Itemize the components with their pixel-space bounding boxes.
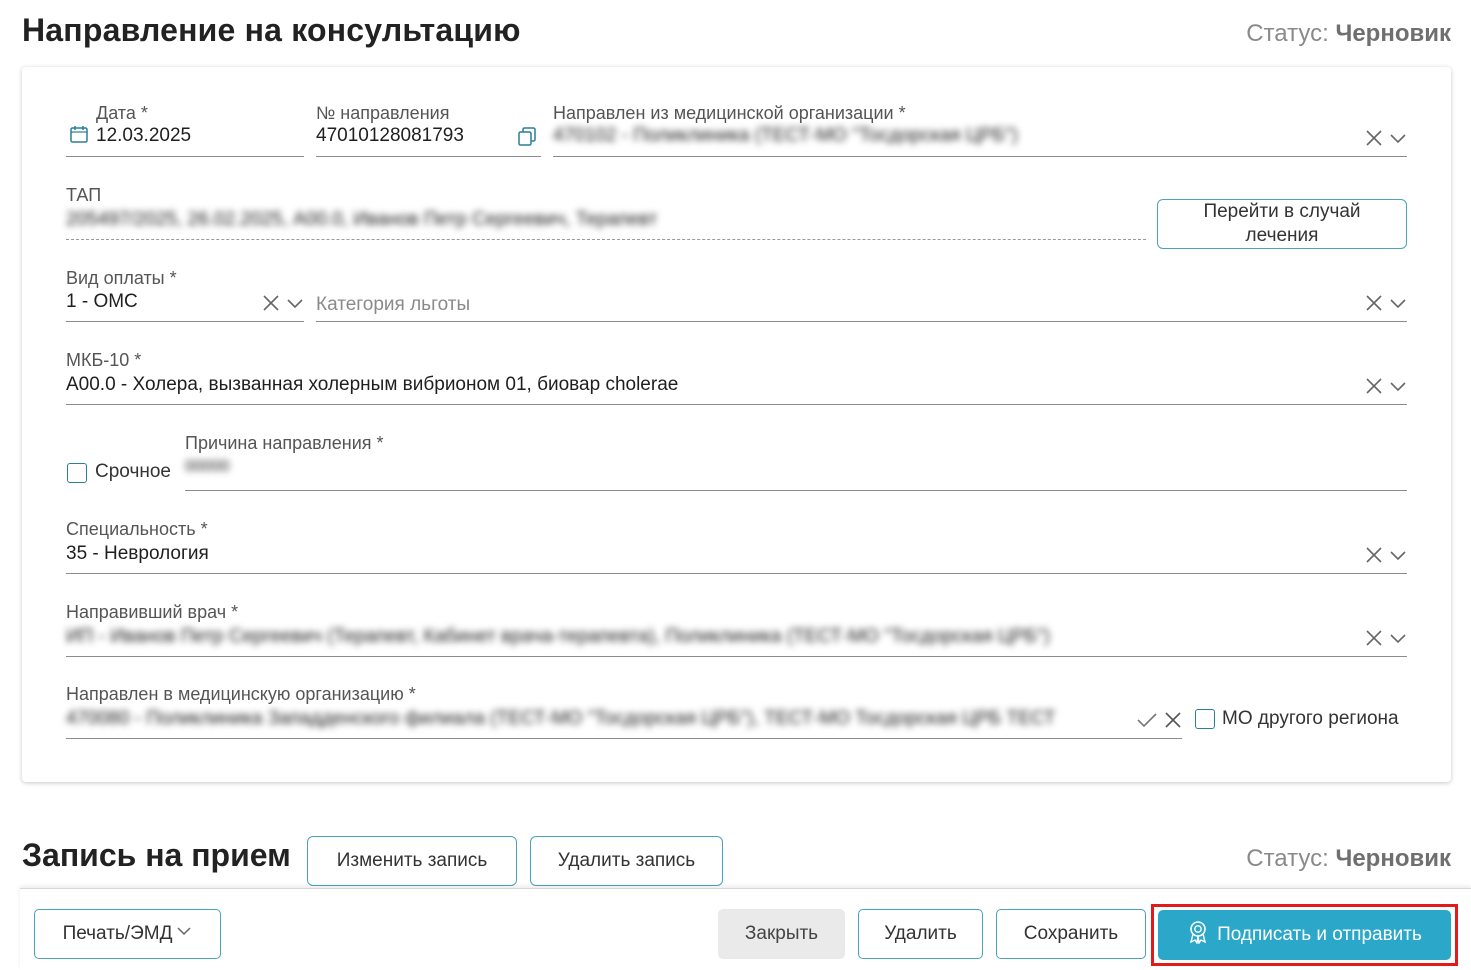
referring-doctor-label: Направивший врач * [66,602,239,622]
clear-icon[interactable] [1365,129,1383,147]
sign-and-send-label: Подписать и отправить [1217,924,1422,945]
to-org-label: Направлен в медицинскую организацию * [66,684,416,704]
footer-toolbar: Печать/ЭМД Закрыть Удалить Сохранить Под… [20,888,1471,970]
close-button[interactable]: Закрыть [718,909,845,959]
urgent-checkbox[interactable] [67,463,87,483]
benefit-category-field[interactable]: Категория льготы [316,268,1407,322]
clear-icon[interactable] [262,294,280,312]
chevron-down-icon[interactable] [1389,629,1407,647]
document-status: Статус: Черновик [1246,20,1451,48]
to-org-value: 470080 - Поликлиника Западденского филиа… [66,708,1056,729]
icd10-field[interactable]: МКБ-10 * A00.0 - Холера, вызванная холер… [66,350,1407,405]
save-button[interactable]: Сохранить [996,909,1146,959]
copy-icon[interactable] [517,127,537,152]
clear-icon[interactable] [1365,377,1383,395]
date-field[interactable]: Дата * 12.03.2025 [66,103,304,157]
tap-label: ТАП [66,185,102,205]
status-label: Статус: [1246,845,1329,872]
sign-and-send-button[interactable]: Подписать и отправить [1158,910,1451,960]
other-region-checkbox[interactable] [1195,709,1215,729]
status-value: Черновик [1335,845,1451,872]
reason-field[interactable]: Причина направления * 00000 [185,433,1407,491]
benefit-category-placeholder: Категория льготы [316,294,471,315]
chevron-down-icon[interactable] [1389,294,1407,312]
referral-number-label: № направления [316,103,450,123]
chevron-down-icon [176,923,192,945]
reason-value: 00000 [185,458,230,475]
clear-icon[interactable] [1365,546,1383,564]
from-org-label: Направлен из медицинской организации * [553,103,906,123]
reason-label: Причина направления * [185,433,384,453]
payment-type-field[interactable]: Вид оплаты * 1 - ОМС [66,268,304,322]
date-label: Дата * [96,103,148,123]
payment-type-value: 1 - ОМС [66,291,138,312]
icd10-value: A00.0 - Холера, вызванная холерным вибри… [66,374,679,395]
status-label: Статус: [1246,20,1329,47]
specialty-label: Специальность * [66,519,208,539]
appointment-section-title: Запись на прием [22,837,291,873]
tap-value: 205497/2025, 26.02.2025, А00.0, Иванов П… [66,209,658,230]
chevron-down-icon[interactable] [286,294,304,312]
check-icon[interactable] [1136,711,1158,729]
specialty-value: 35 - Неврология [66,543,209,564]
referral-number-field[interactable]: № направления 47010128081793 [316,103,541,157]
clear-icon[interactable] [1365,294,1383,312]
chevron-down-icon[interactable] [1389,546,1407,564]
specialty-field[interactable]: Специальность * 35 - Неврология [66,519,1407,574]
tap-field[interactable]: ТАП 205497/2025, 26.02.2025, А00.0, Иван… [66,185,1146,240]
chevron-down-icon[interactable] [1389,129,1407,147]
payment-type-label: Вид оплаты * [66,268,177,288]
date-value: 12.03.2025 [96,125,192,146]
goto-case-button[interactable]: Перейти в случай лечения [1157,199,1407,249]
certificate-icon [1187,920,1209,950]
referring-doctor-value: ИП - Иванов Петр Сергеевич (Терапевт, Ка… [66,626,1051,647]
clear-icon[interactable] [1164,711,1182,729]
calendar-icon[interactable] [70,125,88,148]
status-value: Черновик [1335,20,1451,47]
referring-doctor-field[interactable]: Направивший врач * ИП - Иванов Петр Серг… [66,602,1407,657]
icd10-label: МКБ-10 * [66,350,142,370]
from-org-value: 470102 - Поликлиника (ТЕСТ-МО "Тосдорска… [553,125,1018,146]
other-region-label: МО другого региона [1222,708,1399,729]
from-org-field[interactable]: Направлен из медицинской организации * 4… [553,103,1407,157]
delete-button[interactable]: Удалить [858,909,983,959]
change-appointment-button[interactable]: Изменить запись [307,836,517,886]
chevron-down-icon[interactable] [1389,377,1407,395]
delete-appointment-button[interactable]: Удалить запись [530,836,723,886]
clear-icon[interactable] [1365,629,1383,647]
appointment-status: Статус: Черновик [1246,845,1451,873]
page-title: Направление на консультацию [22,12,521,48]
print-emd-button[interactable]: Печать/ЭМД [34,909,221,959]
urgent-label: Срочное [95,461,171,482]
print-emd-label: Печать/ЭМД [62,923,173,944]
referral-form-card: Дата * 12.03.2025 № направления 47010128… [22,67,1451,782]
to-org-field[interactable]: Направлен в медицинскую организацию * 47… [66,684,1182,739]
referral-number-value: 47010128081793 [316,125,464,146]
